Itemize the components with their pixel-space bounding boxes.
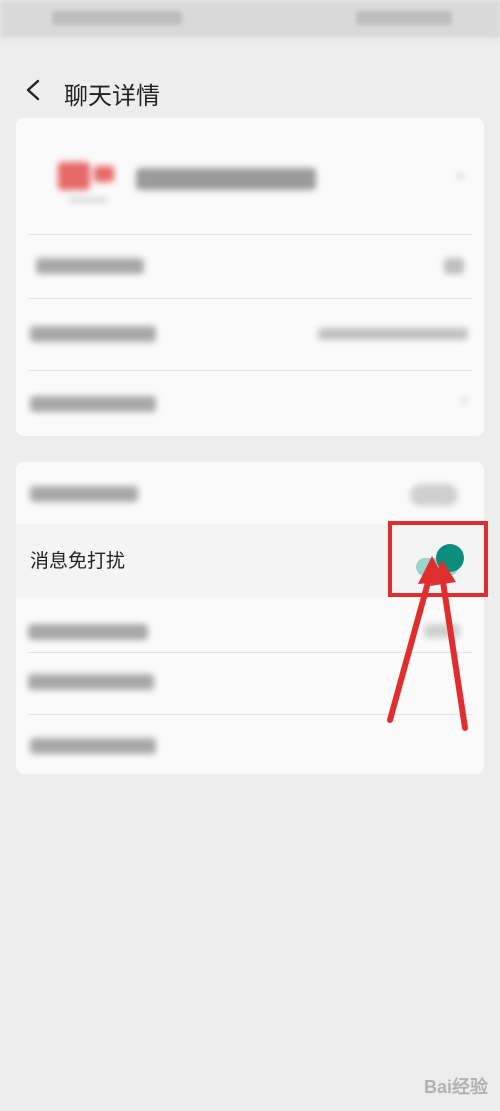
settings-row-pin[interactable] [16, 462, 484, 526]
settings-row-2[interactable] [16, 302, 484, 366]
status-bar [0, 0, 500, 38]
dnd-label: 消息免打扰 [30, 550, 126, 572]
contact-card: › › [16, 118, 484, 436]
settings-row-5[interactable] [16, 652, 484, 716]
settings-row-1[interactable] [16, 234, 484, 298]
settings-card [16, 462, 484, 774]
settings-row-6[interactable] [16, 716, 484, 780]
settings-row-3[interactable]: › [16, 372, 484, 436]
contact-avatar [58, 162, 114, 202]
page-title: 聊天详情 [64, 82, 160, 110]
back-arrow-icon[interactable] [22, 78, 46, 102]
watermark-logo: Bai经验 [423, 1077, 488, 1097]
nav-bar: 聊天详情 [0, 62, 500, 120]
highlight-box-annotation [388, 521, 488, 597]
